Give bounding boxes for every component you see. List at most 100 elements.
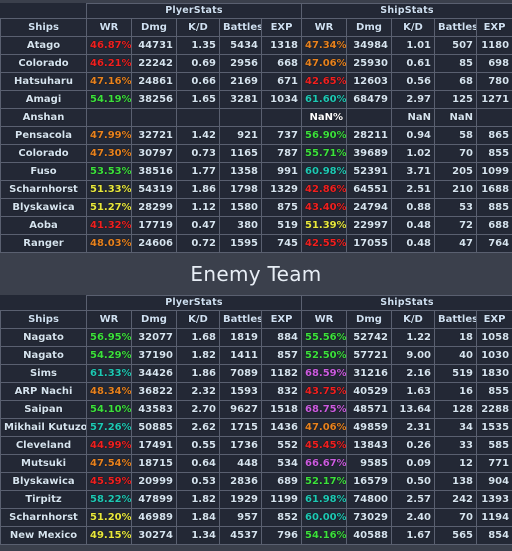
ship-exp-cell — [477, 109, 512, 127]
enemy-col-ship-exp[interactable]: EXP — [477, 311, 512, 329]
ally-col-ship-dmg[interactable]: Dmg — [347, 19, 392, 37]
ship-exp-cell: 1393 — [477, 491, 512, 509]
player-exp-cell: 1329 — [262, 181, 302, 199]
table-row[interactable]: Atago46.87%447311.355434131847.34%349841… — [1, 37, 512, 55]
table-row[interactable]: Tirpitz58.22%478991.821929119961.98%7480… — [1, 491, 512, 509]
ship-kd-cell: 9.00 — [392, 347, 435, 365]
ally-col-ship-kd[interactable]: K/D — [392, 19, 435, 37]
enemy-col-ships[interactable]: Ships — [1, 311, 87, 329]
ship-battles-cell: 565 — [435, 527, 477, 545]
enemy-col-player-dmg[interactable]: Dmg — [132, 311, 177, 329]
table-row[interactable]: Fuso53.53%385161.77135899160.98%523913.7… — [1, 163, 512, 181]
ally-col-player-kd[interactable]: K/D — [177, 19, 220, 37]
player-battles-cell: 4537 — [220, 527, 262, 545]
table-row[interactable]: Ranger48.03%246060.72159574542.55%170550… — [1, 235, 512, 253]
ship-kd-cell: 2.31 — [392, 419, 435, 437]
player-exp-cell: 832 — [262, 383, 302, 401]
ship-battles-cell: 33 — [435, 437, 477, 455]
ally-col-player-dmg[interactable]: Dmg — [132, 19, 177, 37]
table-row[interactable]: Cleveland44.99%174910.55173655245.45%138… — [1, 437, 512, 455]
ship-kd-cell: 2.57 — [392, 491, 435, 509]
table-row[interactable]: ARP Nachi48.34%368222.32159383243.75%405… — [1, 383, 512, 401]
ally-col-player-battles[interactable]: Battles — [220, 19, 262, 37]
player-winrate-cell: 46.87% — [87, 37, 132, 55]
table-row[interactable]: Aoba41.32%177190.4738051951.39%229970.48… — [1, 217, 512, 235]
player-battles-cell: 1819 — [220, 329, 262, 347]
enemy-group-ship-stats: ShipStats — [302, 296, 512, 311]
ship-damage-cell: 12603 — [347, 73, 392, 91]
enemy-col-ship-dmg[interactable]: Dmg — [347, 311, 392, 329]
player-winrate-cell: 54.29% — [87, 347, 132, 365]
player-battles-cell: 2169 — [220, 73, 262, 91]
ally-col-ship-wr[interactable]: WR — [302, 19, 347, 37]
table-row[interactable]: Sims61.33%344261.867089118268.59%312162.… — [1, 365, 512, 383]
ship-name-cell: ARP Nachi — [1, 383, 87, 401]
player-kd-cell: 0.53 — [177, 473, 220, 491]
ship-kd-cell: 2.40 — [392, 509, 435, 527]
player-exp-cell: 1518 — [262, 401, 302, 419]
table-row[interactable]: New Mexico49.15%302741.34453779654.16%40… — [1, 527, 512, 545]
ship-winrate-cell: 52.50% — [302, 347, 347, 365]
table-row[interactable]: Colorado46.21%222420.69295666847.06%2593… — [1, 55, 512, 73]
player-exp-cell: 884 — [262, 329, 302, 347]
ship-winrate-cell: 47.34% — [302, 37, 347, 55]
player-damage-cell: 36822 — [132, 383, 177, 401]
enemy-col-player-wr[interactable]: WR — [87, 311, 132, 329]
table-row[interactable]: Hatsuharu47.16%248610.66216967142.65%126… — [1, 73, 512, 91]
ally-team-table: PlyerStats ShipStats Ships WR Dmg K/D Ba… — [0, 3, 512, 253]
player-kd-cell: 0.69 — [177, 55, 220, 73]
ship-name-cell: Aoba — [1, 217, 87, 235]
ship-exp-cell: 585 — [477, 437, 512, 455]
enemy-col-ship-wr[interactable]: WR — [302, 311, 347, 329]
table-row[interactable]: Saipan54.10%435832.709627151868.75%48571… — [1, 401, 512, 419]
player-kd-cell: 1.82 — [177, 347, 220, 365]
player-exp-cell: 1436 — [262, 419, 302, 437]
player-damage-cell: 37190 — [132, 347, 177, 365]
ally-col-ship-battles[interactable]: Battles — [435, 19, 477, 37]
player-damage-cell: 22242 — [132, 55, 177, 73]
table-row[interactable]: Mutsuki47.54%187150.6444853466.67%95850.… — [1, 455, 512, 473]
player-winrate-cell: 47.99% — [87, 127, 132, 145]
ship-exp-cell: 1058 — [477, 329, 512, 347]
player-battles-cell: 1580 — [220, 199, 262, 217]
ship-exp-cell: 1180 — [477, 37, 512, 55]
table-row[interactable]: Blyskawica51.27%282991.12158087543.40%24… — [1, 199, 512, 217]
ship-battles-cell: 205 — [435, 163, 477, 181]
ship-kd-cell: NaN — [392, 109, 435, 127]
ship-name-cell: Mutsuki — [1, 455, 87, 473]
ship-kd-cell: 13.64 — [392, 401, 435, 419]
player-damage-cell: 32077 — [132, 329, 177, 347]
enemy-col-player-battles[interactable]: Battles — [220, 311, 262, 329]
player-winrate-cell: 41.32% — [87, 217, 132, 235]
ship-winrate-cell: 60.98% — [302, 163, 347, 181]
ally-col-player-wr[interactable]: WR — [87, 19, 132, 37]
ally-col-ship-exp[interactable]: EXP — [477, 19, 512, 37]
ship-name-cell: Colorado — [1, 55, 87, 73]
ally-col-ships[interactable]: Ships — [1, 19, 87, 37]
enemy-col-player-kd[interactable]: K/D — [177, 311, 220, 329]
ship-winrate-cell: 52.17% — [302, 473, 347, 491]
enemy-col-player-exp[interactable]: EXP — [262, 311, 302, 329]
table-row[interactable]: AnshanNaN%NaNNaN — [1, 109, 512, 127]
enemy-group-header-row: PlyerStats ShipStats — [1, 296, 512, 311]
player-damage-cell: 50885 — [132, 419, 177, 437]
enemy-col-ship-kd[interactable]: K/D — [392, 311, 435, 329]
table-row[interactable]: Pensacola47.99%327211.4292173756.90%2821… — [1, 127, 512, 145]
table-row[interactable]: Nagato56.95%320771.68181988455.56%527421… — [1, 329, 512, 347]
ship-battles-cell: 210 — [435, 181, 477, 199]
enemy-col-ship-battles[interactable]: Battles — [435, 311, 477, 329]
player-kd-cell: 1.12 — [177, 199, 220, 217]
table-row[interactable]: Scharnhorst51.20%469891.8495785260.00%73… — [1, 509, 512, 527]
ship-battles-cell: NaN — [435, 109, 477, 127]
player-exp-cell: 1182 — [262, 365, 302, 383]
player-exp-cell: 519 — [262, 217, 302, 235]
table-row[interactable]: Colorado47.30%307970.73116578755.71%3968… — [1, 145, 512, 163]
ally-table-body: Atago46.87%447311.355434131847.34%349841… — [1, 37, 512, 253]
ally-col-player-exp[interactable]: EXP — [262, 19, 302, 37]
table-row[interactable]: Scharnhorst51.33%543191.861798132942.86%… — [1, 181, 512, 199]
ship-name-cell: Hatsuharu — [1, 73, 87, 91]
table-row[interactable]: Blyskawica45.59%209990.53283668952.17%16… — [1, 473, 512, 491]
table-row[interactable]: Nagato54.29%371901.82141185752.50%577219… — [1, 347, 512, 365]
table-row[interactable]: Mikhail Kutuzov57.26%508852.621715143647… — [1, 419, 512, 437]
table-row[interactable]: Amagi54.19%382561.653281103461.60%684792… — [1, 91, 512, 109]
